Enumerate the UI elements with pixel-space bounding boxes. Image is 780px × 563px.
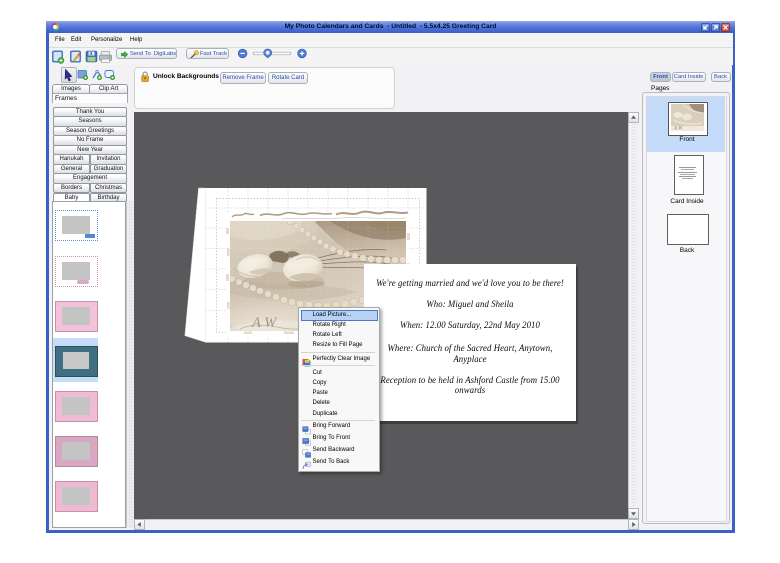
svg-text:A W: A W	[251, 315, 278, 331]
svg-text:A W: A W	[673, 127, 683, 132]
